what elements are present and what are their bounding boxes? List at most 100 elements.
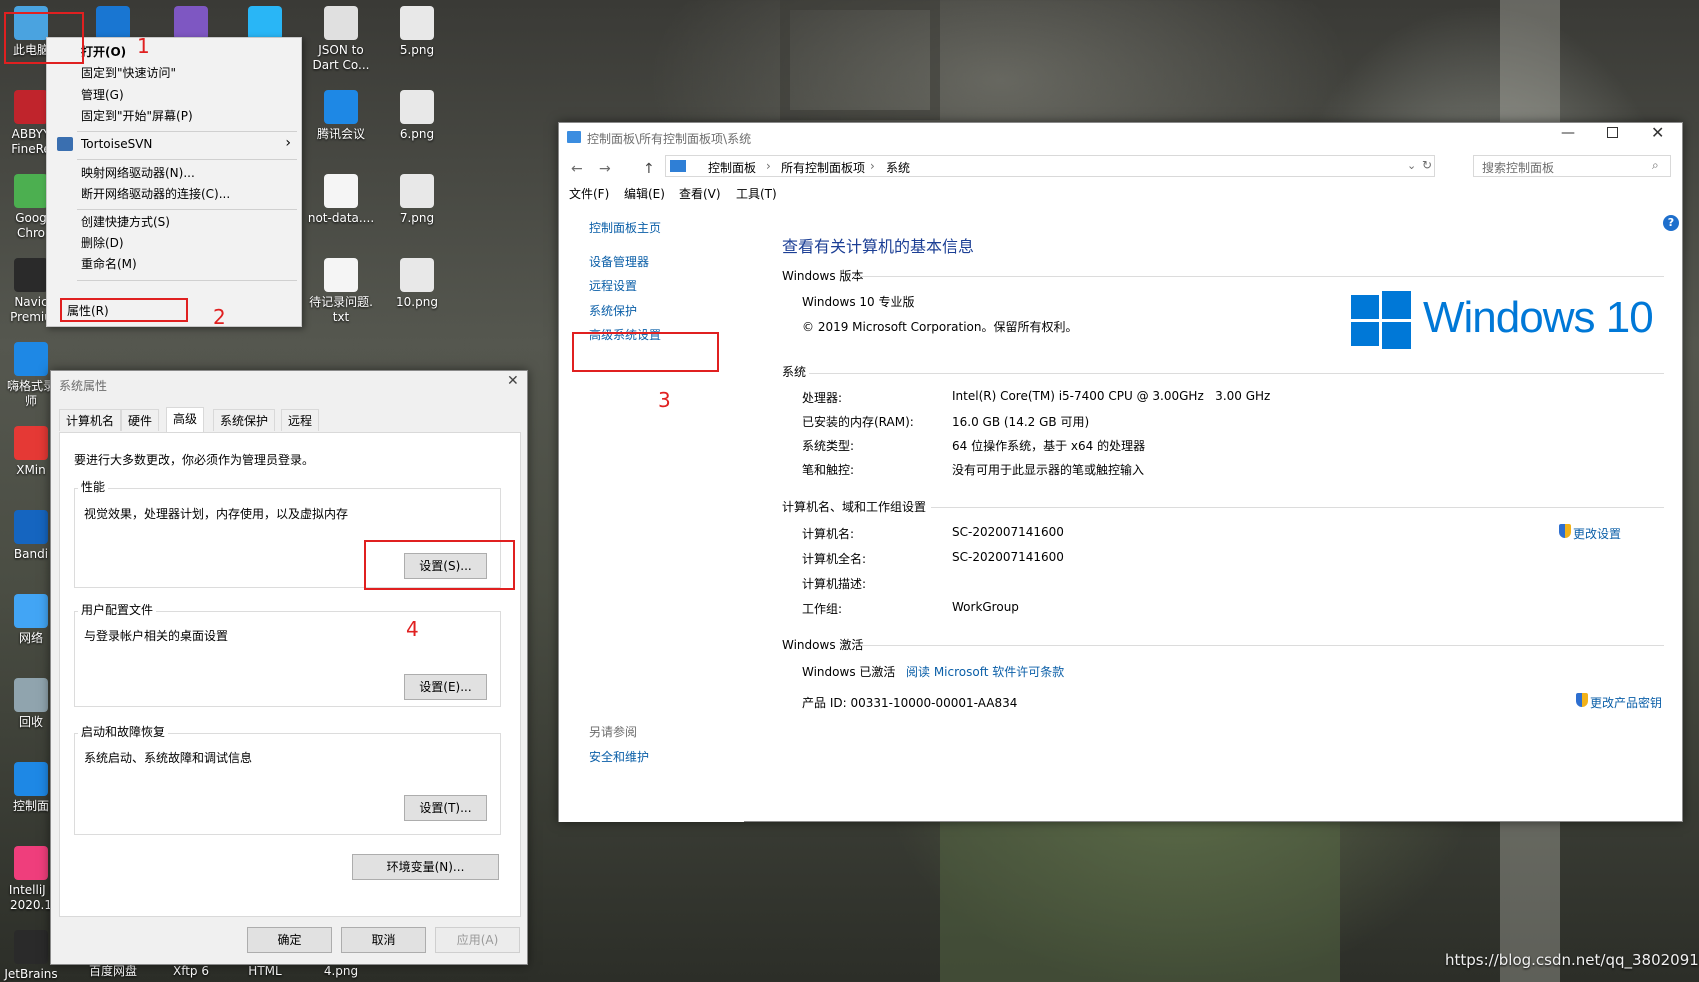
desktop-icon[interactable]: 7.png	[378, 174, 456, 226]
ok-button[interactable]: 确定	[247, 927, 332, 953]
monitor-icon	[670, 160, 686, 172]
computer-label: 计算机名:	[802, 527, 855, 541]
menu-rename[interactable]: 重命名(M)	[81, 254, 137, 274]
spec-label: 处理器:	[802, 391, 843, 405]
tab-panel-advanced: 要进行大多数更改，你必须作为管理员登录。 性能 视觉效果，处理器计划，内存使用，…	[59, 432, 521, 917]
startup-recovery-settings-button[interactable]: 设置(T)...	[404, 795, 487, 821]
tab-remote[interactable]: 远程	[281, 409, 320, 431]
tab-bar: 计算机名 硬件 高级 系统保护 远程	[59, 407, 519, 433]
page-title: 查看有关计算机的基本信息	[782, 237, 975, 256]
address-bar[interactable]: 控制面板 › 所有控制面板项 › 系统 ⌄ ↻	[665, 155, 1435, 177]
breadcrumb-all-items[interactable]: 所有控制面板项	[781, 159, 865, 176]
desktop-icon[interactable]: JSON to Dart Co...	[302, 6, 380, 73]
breadcrumb-control-panel[interactable]: 控制面板	[708, 159, 756, 176]
spec-label: 已安装的内存(RAM):	[802, 415, 914, 429]
apply-button[interactable]: 应用(A)	[435, 927, 520, 953]
desktop-icon[interactable]: 腾讯会议	[302, 90, 380, 142]
tab-computer-name[interactable]: 计算机名	[59, 409, 122, 431]
computer-section-label: 计算机名、域和工作组设置	[782, 500, 927, 514]
menu-file[interactable]: 文件(F)	[569, 185, 609, 202]
menu-map-drive[interactable]: 映射网络驱动器(N)...	[81, 163, 195, 183]
app-icon	[14, 342, 48, 376]
menu-pin-quick-access[interactable]: 固定到"快速访问"	[81, 63, 176, 83]
maximize-icon[interactable]	[1607, 127, 1618, 138]
menu-delete[interactable]: 删除(D)	[81, 233, 124, 253]
annotation-3: 3	[658, 388, 671, 412]
desktop-icon[interactable]: not-data....	[302, 174, 380, 226]
context-menu: 打开(O) 固定到"快速访问" 管理(G) 固定到"开始"屏幕(P) Torto…	[46, 37, 302, 327]
change-product-key-link[interactable]: 更改产品密钥	[1590, 694, 1662, 711]
environment-variables-button[interactable]: 环境变量(N)...	[352, 854, 499, 880]
menu-view[interactable]: 查看(V)	[679, 185, 721, 202]
nav-remote-settings[interactable]: 远程设置	[589, 277, 637, 294]
menu-tortoisesvn[interactable]: TortoiseSVN	[81, 134, 152, 154]
desktop-icon[interactable]: 5.png	[378, 6, 456, 58]
app-icon	[14, 426, 48, 460]
breadcrumb-system[interactable]: 系统	[886, 159, 910, 176]
performance-desc: 视觉效果，处理器计划，内存使用，以及虚拟内存	[84, 507, 349, 521]
tab-hardware[interactable]: 硬件	[121, 409, 160, 431]
minimize-icon[interactable]: —	[1561, 125, 1575, 141]
app-icon	[400, 258, 434, 292]
app-icon	[14, 678, 48, 712]
chevron-right-icon: ›	[285, 135, 291, 151]
desktop-icon[interactable]: 待记录问题. txt	[302, 258, 380, 325]
desktop-icon-label[interactable]: 百度网盘	[74, 964, 152, 979]
back-arrow-icon[interactable]: ←	[571, 161, 583, 177]
desktop-icon-label: JetBrains	[4, 967, 58, 981]
app-icon	[400, 90, 434, 124]
menu-pin-start[interactable]: 固定到"开始"屏幕(P)	[81, 106, 193, 126]
search-box[interactable]: 搜索控制面板 ⌕	[1473, 155, 1671, 177]
annotation-1: 1	[137, 34, 150, 58]
menu-edit[interactable]: 编辑(E)	[624, 185, 665, 202]
chevron-down-icon[interactable]: ⌄	[1407, 159, 1416, 172]
menu-disconnect-drive[interactable]: 断开网络驱动器的连接(C)...	[81, 184, 230, 204]
cancel-button[interactable]: 取消	[341, 927, 426, 953]
app-icon	[14, 510, 48, 544]
menu-tools[interactable]: 工具(T)	[736, 185, 777, 202]
app-icon	[14, 762, 48, 796]
nav-security-maintenance[interactable]: 安全和维护	[589, 748, 649, 765]
control-panel-icon	[567, 131, 581, 143]
license-terms-link[interactable]: 阅读 Microsoft 软件许可条款	[906, 663, 1064, 680]
breadcrumb-separator-icon: ›	[766, 159, 771, 173]
tab-system-protection[interactable]: 系统保护	[213, 409, 276, 431]
search-icon[interactable]: ⌕	[1652, 158, 1659, 173]
annotation-4: 4	[406, 617, 419, 641]
app-icon	[14, 258, 48, 292]
activation-status: Windows 已激活	[802, 665, 896, 679]
wallpaper-plants	[940, 820, 1340, 982]
up-arrow-icon[interactable]: ↑	[643, 161, 655, 177]
forward-arrow-icon[interactable]: →	[599, 161, 611, 177]
close-icon[interactable]: ✕	[507, 373, 519, 389]
menu-separator	[77, 209, 297, 210]
help-icon[interactable]: ?	[1663, 215, 1679, 231]
desktop-icon-label[interactable]: Xftp 6	[152, 964, 230, 979]
search-input[interactable]: 搜索控制面板	[1482, 159, 1554, 176]
nav-device-manager[interactable]: 设备管理器	[589, 253, 649, 270]
app-icon	[96, 6, 130, 40]
menu-open[interactable]: 打开(O)	[81, 42, 126, 62]
desktop-icon-label: not-data....	[307, 211, 375, 225]
desktop-icon-label[interactable]: 4.png	[302, 964, 380, 979]
desktop-icon[interactable]: 10.png	[378, 258, 456, 310]
close-icon[interactable]: ✕	[1651, 123, 1664, 142]
breadcrumb-separator-icon: ›	[870, 159, 875, 173]
change-settings-link[interactable]: 更改设置	[1573, 525, 1621, 542]
user-profiles-settings-button[interactable]: 设置(E)...	[404, 674, 487, 700]
system-window: 控制面板\所有控制面板项\系统 — ✕ ← → ↑ 控制面板 › 所有控制面板项…	[558, 122, 1683, 822]
annotation-box-performance-settings	[364, 540, 515, 590]
copyright-text: © 2019 Microsoft Corporation。保留所有权利。	[802, 320, 1078, 334]
tab-advanced[interactable]: 高级	[166, 407, 205, 433]
desktop-icon-label[interactable]: HTML	[226, 964, 304, 979]
desktop-icon[interactable]: 6.png	[378, 90, 456, 142]
divider	[809, 373, 1664, 374]
dialog-title: 系统属性	[59, 379, 108, 393]
windows-10-logo-text: Windows 10	[1423, 293, 1654, 342]
nav-system-protection[interactable]: 系统保护	[589, 302, 637, 319]
menu-manage[interactable]: 管理(G)	[81, 85, 124, 105]
nav-control-panel-home[interactable]: 控制面板主页	[589, 219, 661, 236]
product-id: 产品 ID: 00331-10000-00001-AA834	[802, 696, 1018, 710]
refresh-icon[interactable]: ↻	[1422, 158, 1432, 172]
menu-create-shortcut[interactable]: 创建快捷方式(S)	[81, 212, 170, 232]
